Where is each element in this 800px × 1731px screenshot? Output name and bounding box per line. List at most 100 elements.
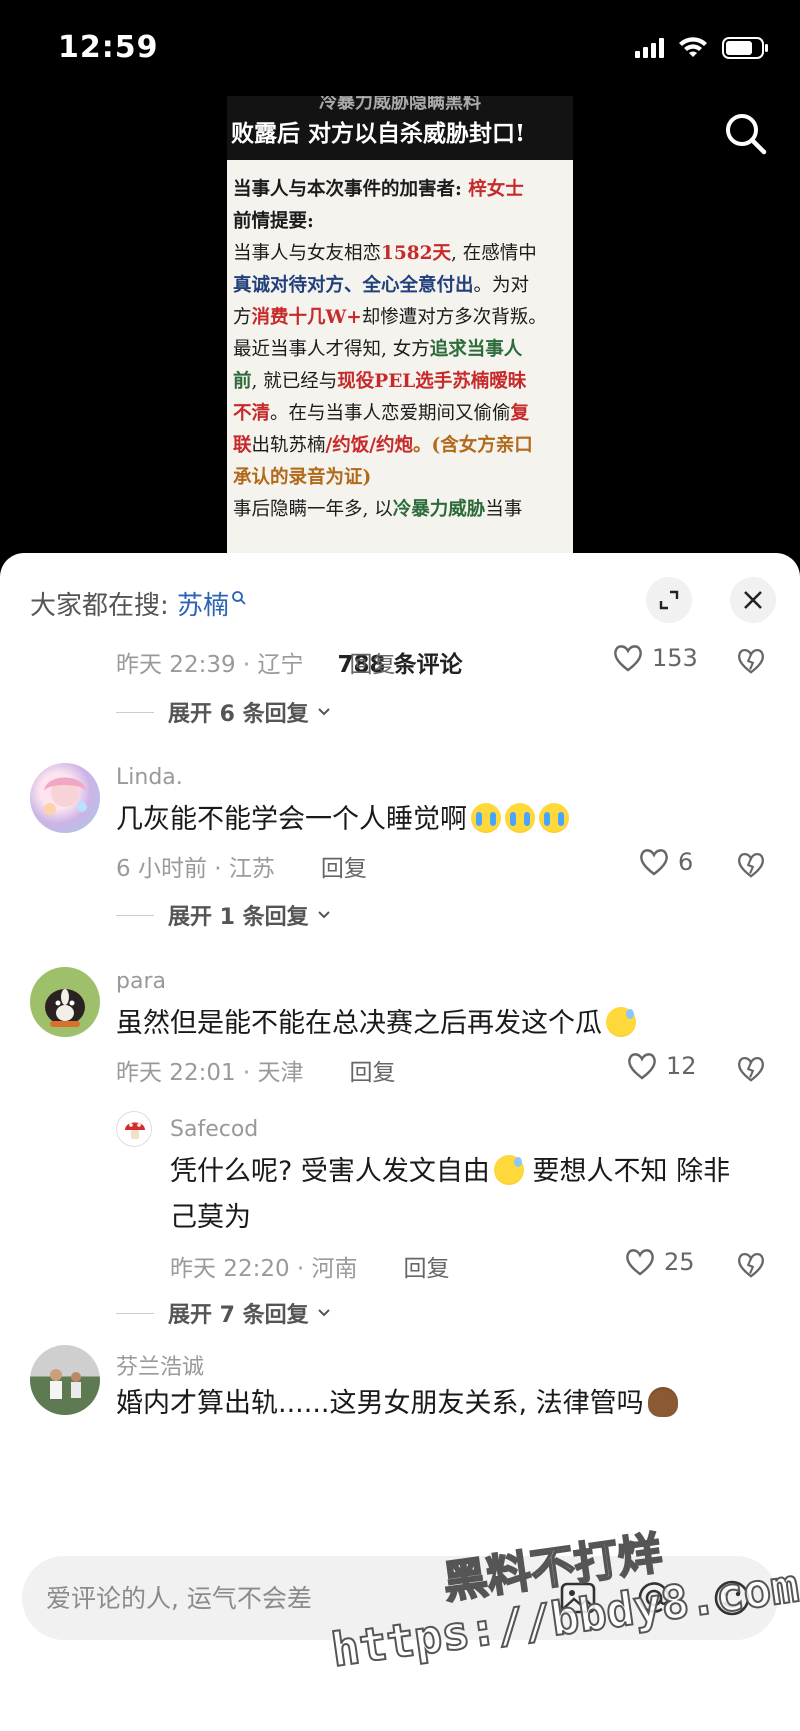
video-text-line: 方消费十几W+却惨遭对方多次背叛。: [233, 302, 567, 334]
video-text-segment: 。在与当事人恋爱期间又偷偷: [270, 403, 511, 424]
expand-icon: [659, 590, 679, 610]
dislike-icon[interactable]: [736, 1250, 766, 1280]
video-text-line: 真诚对待对方、全心全意付出。为对: [233, 270, 567, 302]
video-text-segment: 前: [233, 371, 252, 392]
reply-button[interactable]: 回复: [404, 1256, 450, 1282]
like-button[interactable]: 6: [638, 847, 693, 877]
sports-photo-avatar: [50, 1369, 81, 1399]
dislike-icon[interactable]: [736, 646, 766, 676]
video-text-segment: 当事人与女友相恋: [233, 243, 382, 264]
comment-username[interactable]: 芬兰浩诚: [116, 1349, 204, 1381]
divider-line: [116, 711, 154, 713]
reply-button[interactable]: 回复: [321, 856, 367, 882]
close-icon: [744, 591, 762, 609]
video-text-line: 不清。在与当事人恋爱期间又偷偷复: [233, 398, 567, 430]
expand-replies-label: 展开 6 条回复: [168, 702, 309, 727]
comment-body: 几灰能不能学会一个人睡觉啊: [116, 804, 467, 835]
comment-text: 几灰能不能学会一个人睡觉啊: [116, 797, 569, 843]
heart-icon: [626, 1249, 654, 1276]
emoji-icon[interactable]: [712, 1578, 752, 1618]
trending-search[interactable]: 大家都在搜: 苏楠: [30, 585, 247, 622]
search-small-icon: [232, 591, 246, 605]
pleading-emoji-icon: [493, 1155, 524, 1185]
video-text-segment: 。为对: [473, 275, 530, 296]
expand-button[interactable]: [646, 577, 692, 623]
video-text-segment: 联: [233, 435, 252, 456]
reply-meta: 昨天 22:20 · 河南 回复: [170, 1249, 450, 1283]
dislike-icon[interactable]: [736, 850, 766, 880]
avatar[interactable]: [116, 1111, 152, 1147]
like-button[interactable]: 12: [626, 1051, 697, 1081]
reply-body-line1: 凭什么呢? 受害人发文自由: [170, 1156, 490, 1187]
like-count: 153: [652, 644, 698, 672]
close-button[interactable]: [730, 577, 776, 623]
heart-icon: [614, 645, 642, 672]
video-text-line: 前情提要:: [233, 206, 567, 238]
heart-icon: [640, 849, 668, 876]
video-text-segment: 冷暴力威胁: [392, 499, 486, 520]
like-count: 25: [664, 1248, 695, 1276]
video-text-segment: 承认的录音为证): [233, 467, 372, 488]
video-text-segment: 现役PEL选手苏楠暧昧: [337, 371, 527, 392]
chevron-down-icon: [317, 1309, 330, 1317]
mushroom-avatar-icon: [125, 1122, 145, 1139]
video-player[interactable]: 冷暴力威胁隐瞒黑料 败露后 对方以自杀威胁封口! 当事人与本次事件的加害者: 梓…: [0, 96, 800, 556]
expand-replies-button[interactable]: 展开 6 条回复: [116, 696, 331, 728]
comment-time-location: 昨天 22:01 · 天津: [116, 1060, 304, 1086]
reply-button[interactable]: 回复: [350, 652, 396, 678]
status-time: 12:59: [58, 30, 159, 65]
video-text-line: 前, 就已经与现役PEL选手苏楠暧昧: [233, 366, 567, 398]
crying-emoji-icon: [539, 803, 569, 833]
video-text-line: 承认的录音为证): [233, 462, 567, 494]
video-text-segment: 当事: [485, 499, 523, 520]
expand-replies-button[interactable]: 展开 1 条回复: [116, 899, 331, 931]
divider-line: [116, 1312, 154, 1314]
video-text: 当事人与本次事件的加害者: 梓女士 前情提要: 当事人与女友相恋1582天, 在感…: [227, 160, 573, 526]
image-icon[interactable]: [558, 1578, 598, 1618]
chevron-down-icon: [317, 911, 330, 919]
comment-username[interactable]: para: [116, 969, 166, 994]
video-text-line: 当事人与女友相恋1582天, 在感情中: [233, 238, 567, 270]
comment-input[interactable]: [46, 1556, 526, 1640]
avatar[interactable]: [30, 967, 100, 1037]
at-icon[interactable]: [634, 1578, 674, 1618]
dislike-icon[interactable]: [736, 1054, 766, 1084]
video-text-segment: 方: [233, 307, 252, 328]
video-text-segment: 却惨遭对方多次背叛。: [361, 307, 547, 328]
heart-icon: [628, 1053, 656, 1080]
reply-username[interactable]: Safecod: [170, 1117, 258, 1142]
video-text-line: 当事人与本次事件的加害者: 梓女士: [233, 174, 567, 206]
status-icons: [635, 36, 770, 60]
comment-username[interactable]: Linda.: [116, 765, 183, 790]
avatar[interactable]: [30, 763, 100, 833]
comment-text: 虽然但是能不能在总决赛之后再发这个瓜: [116, 1001, 636, 1047]
sweat-emoji-icon: [606, 1007, 636, 1037]
video-text-segment: 追求当事人: [429, 339, 523, 360]
reply-text: 凭什么呢? 受害人发文自由 要想人不知 除非: [170, 1149, 730, 1195]
like-count: 12: [666, 1052, 697, 1080]
status-bar: 12:59: [0, 0, 800, 96]
reply-button[interactable]: 回复: [350, 1060, 396, 1086]
avatar[interactable]: [30, 1345, 100, 1415]
search-icon[interactable]: [722, 110, 770, 158]
crying-emoji-icon: [471, 803, 501, 833]
expand-replies-label: 展开 7 条回复: [168, 1303, 309, 1328]
comment-body: 婚内才算出轨......这男女朋友关系, 法律管吗: [116, 1388, 644, 1419]
video-text-segment: 最近当事人才得知, 女方: [233, 339, 430, 360]
reply-text-cont: 己莫为: [170, 1202, 251, 1233]
like-button[interactable]: 25: [624, 1247, 695, 1277]
comment-meta: 6 小时前 · 江苏 回复: [116, 849, 367, 883]
video-text-segment: 1582天: [381, 243, 452, 264]
like-count: 6: [678, 848, 694, 876]
like-button[interactable]: 153: [612, 643, 698, 673]
comment-time-location: 昨天 22:39 · 辽宁: [116, 652, 304, 678]
video-text-segment: 。(含女方亲口: [413, 435, 533, 456]
avatar-illustration: [44, 777, 87, 815]
video-text-line: 联出轨苏楠/约饭/约炮。(含女方亲口: [233, 430, 567, 462]
expand-replies-button[interactable]: 展开 7 条回复: [116, 1297, 331, 1329]
crying-emoji-icon: [505, 803, 535, 833]
video-text-segment: 出轨苏楠: [251, 435, 326, 456]
video-text-segment: 消费十几W+: [251, 307, 362, 328]
chevron-down-icon: [317, 708, 330, 716]
trending-term[interactable]: 苏楠: [177, 591, 229, 621]
